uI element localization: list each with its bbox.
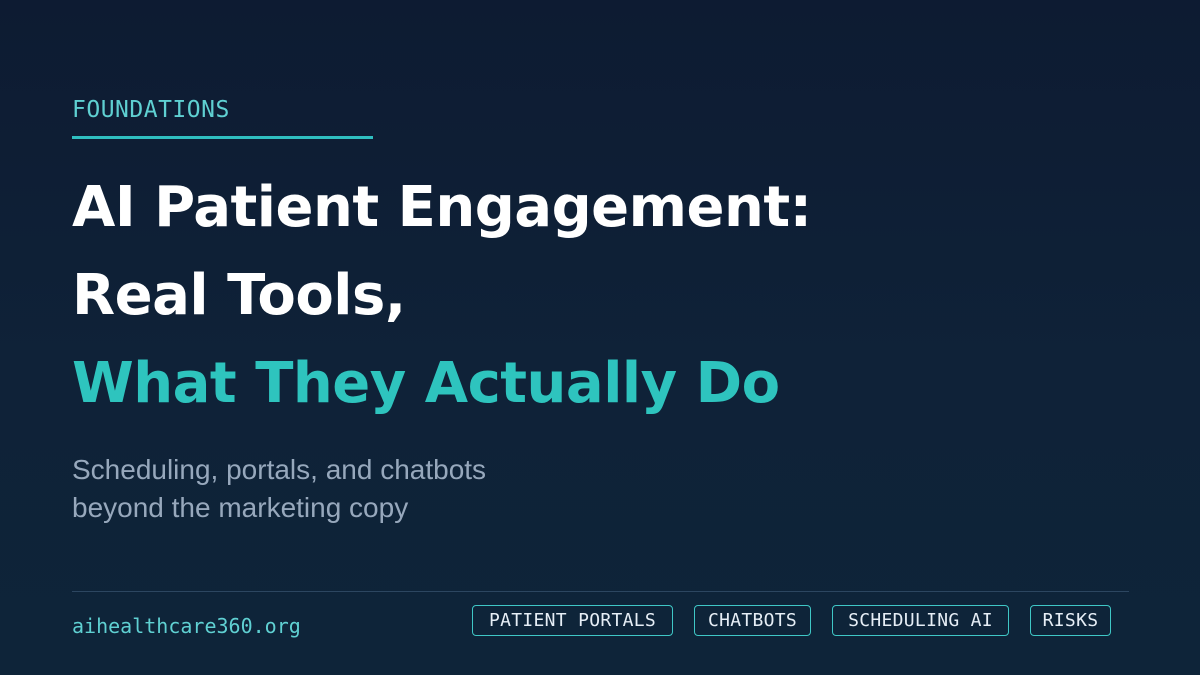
subtitle-line-2: beyond the marketing copy [72, 492, 409, 523]
headline-line-2: Real Tools, [72, 263, 406, 328]
tag-risks: RISKS [1030, 605, 1111, 636]
tag-patient-portals: PATIENT PORTALS [472, 605, 673, 636]
site-url: aihealthcare360.org [72, 614, 301, 638]
tag-chatbots: CHATBOTS [694, 605, 811, 636]
headline-line-1: AI Patient Engagement: [72, 175, 812, 240]
tag-scheduling-ai: SCHEDULING AI [832, 605, 1009, 636]
subtitle-line-1: Scheduling, portals, and chatbots [72, 454, 487, 485]
category-underline [72, 136, 373, 139]
footer-divider [72, 591, 1129, 592]
subtitle: Scheduling, portals, and chatbots beyond… [72, 451, 486, 527]
headline-line-3-accent: What They Actually Do [72, 351, 780, 416]
category-label: FOUNDATIONS [72, 97, 230, 123]
headline: AI Patient Engagement: Real Tools, What … [72, 164, 812, 428]
